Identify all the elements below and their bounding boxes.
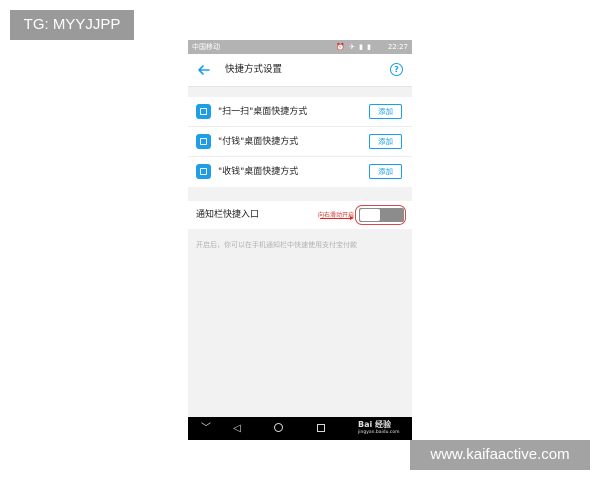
add-pay-shortcut-button[interactable]: 添加 [369, 134, 402, 149]
phone-screen: 中国移动 ⏰ ✈ ▮ ▮ 22:27 快捷方式设置 ? "扫一扫"桌面快捷方式 … [188, 40, 412, 440]
notification-hint: 开启后，你可以在手机通知栏中快速使用支付宝付款 [196, 241, 357, 249]
notification-shortcut-row: 通知栏快捷入口 向右滑动开启 [188, 201, 412, 229]
back-triangle-icon[interactable]: ◁ [227, 417, 247, 440]
title-bar: 快捷方式设置 ? [188, 54, 412, 87]
shortcut-item-scan: "扫一扫"桌面快捷方式 添加 [188, 97, 412, 127]
shortcut-label: "扫一扫"桌面快捷方式 [218, 107, 308, 117]
tg-watermark-tag: TG: MYYJJPP [10, 10, 134, 40]
home-circle-icon[interactable] [274, 423, 283, 432]
arrow-left-icon[interactable] [194, 60, 214, 80]
notification-shortcut-toggle[interactable] [359, 208, 404, 222]
add-scan-shortcut-button[interactable]: 添加 [369, 104, 402, 119]
notification-shortcut-label: 通知栏快捷入口 [196, 210, 260, 220]
add-receive-shortcut-button[interactable]: 添加 [369, 164, 402, 179]
android-nav-bar: ﹀ ◁ Bai 经验 jingyan.baidu.com [188, 417, 412, 440]
site-watermark-tag: www.kaifaactive.com [410, 440, 590, 470]
chevron-down-icon[interactable]: ﹀ [196, 417, 216, 440]
receive-icon [196, 164, 211, 179]
shortcut-item-pay: "付钱"桌面快捷方式 添加 [188, 127, 412, 157]
shortcut-list: "扫一扫"桌面快捷方式 添加 "付钱"桌面快捷方式 添加 "收钱"桌面快捷方式 … [188, 97, 412, 187]
status-bar: 中国移动 ⏰ ✈ ▮ ▮ 22:27 [188, 40, 412, 54]
scan-icon [196, 104, 211, 119]
logo-site: jingyan.baidu.com [358, 430, 400, 435]
question-circle-icon[interactable]: ? [390, 63, 403, 76]
logo-brand: Bai 经验 [358, 420, 392, 429]
status-icons: ⏰ ✈ ▮ ▮ [336, 43, 372, 51]
pay-icon [196, 134, 211, 149]
carrier-label: 中国移动 [192, 43, 220, 51]
page-title: 快捷方式设置 [225, 64, 283, 75]
shortcut-label: "收钱"桌面快捷方式 [218, 167, 299, 177]
shortcut-label: "付钱"桌面快捷方式 [218, 137, 299, 147]
baidu-jingyan-logo: Bai 经验 jingyan.baidu.com [358, 420, 408, 438]
shortcut-item-receive: "收钱"桌面快捷方式 添加 [188, 157, 412, 187]
clock: 22:27 [387, 43, 408, 51]
annotation-arrow-icon [320, 216, 354, 220]
recents-square-icon[interactable] [317, 424, 325, 432]
toggle-knob[interactable] [360, 209, 380, 221]
